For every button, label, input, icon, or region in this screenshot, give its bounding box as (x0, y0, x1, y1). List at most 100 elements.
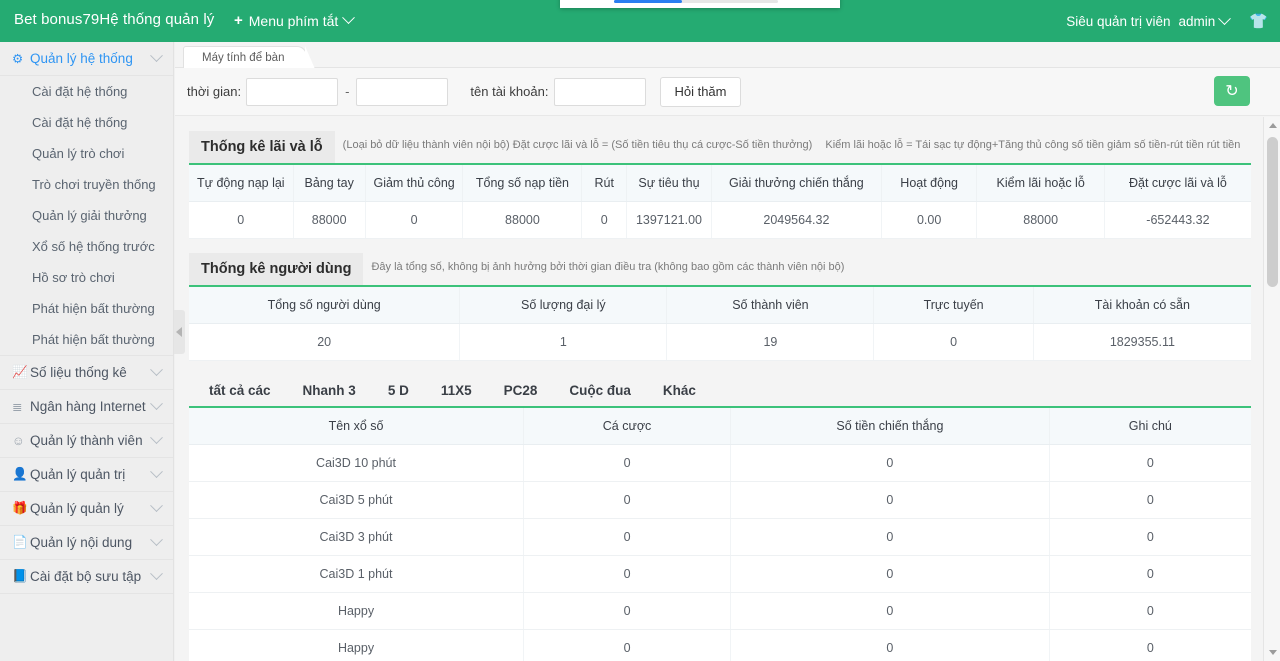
sidebar-group-label: Số liệu thống kê (30, 365, 152, 380)
lottery-tab-race[interactable]: Cuộc đua (553, 375, 647, 406)
gear-icon: ⚙ (12, 51, 30, 66)
cell-bet-pl: -652443.32 (1104, 202, 1251, 239)
profit-loss-note-1: (Loại bỏ dữ liệu thành viên nội bộ) Đặt … (343, 139, 813, 151)
chevron-down-icon (150, 533, 163, 546)
admin-name-label: admin (1179, 14, 1216, 29)
sidebar-group-label: Quản lý quản trị (30, 467, 152, 482)
sidebar-group-management[interactable]: 🎁 Quản lý quản lý (0, 492, 173, 525)
scrollbar-thumb[interactable] (1267, 137, 1278, 287)
refresh-icon: ↻ (1225, 81, 1238, 101)
cell-win-amount: 0 (731, 556, 1050, 593)
sidebar-group-collection-settings[interactable]: 📘 Cài đặt bộ sưu tập (0, 560, 173, 593)
col-members: Số thành viên (667, 286, 874, 324)
book-icon: 📄 (12, 535, 30, 550)
lottery-tab-bar: tất cả các Nhanh 3 5 D 11X5 PC28 Cuộc đu… (189, 375, 1251, 406)
vertical-scrollbar[interactable] (1263, 117, 1280, 661)
sidebar-item-anomaly-detection-1[interactable]: Phát hiện bất thường (0, 293, 173, 324)
cell-withdraw: 0 (582, 202, 627, 239)
sidebar-item-anomaly-detection-2[interactable]: Phát hiện bất thường (0, 324, 173, 355)
sidebar-group-statistics[interactable]: 📈 Số liệu thống kê (0, 356, 173, 389)
lottery-tab-11x5[interactable]: 11X5 (425, 375, 488, 406)
lottery-panel: tất cả các Nhanh 3 5 D 11X5 PC28 Cuộc đu… (189, 375, 1251, 661)
sidebar-group-admin-management[interactable]: 👤 Quản lý quản trị (0, 458, 173, 491)
user-statistics-header: Thống kê người dùng Đây là tổng số, khôn… (189, 253, 1251, 285)
time-from-input[interactable] (246, 78, 338, 106)
sidebar-group-internet-bank[interactable]: ≣ Ngân hàng Internet (0, 390, 173, 423)
sidebar-item-system-settings-1[interactable]: Cài đặt hệ thống (0, 76, 173, 107)
col-total-deposit: Tổng số nạp tiền (463, 164, 582, 202)
header-right-group: Siêu quản trị viên admin 👕 (1066, 12, 1268, 30)
cell-activity: 0.00 (881, 202, 977, 239)
chevron-down-icon (150, 465, 163, 478)
col-win-amount: Số tiền chiến thắng (731, 407, 1050, 445)
lottery-tab-fast3[interactable]: Nhanh 3 (287, 375, 372, 406)
sidebar-group-content-management[interactable]: 📄 Quản lý nội dung (0, 526, 173, 559)
chevron-down-icon (150, 363, 163, 376)
cell-win-prize: 2049564.32 (711, 202, 881, 239)
sidebar-group-label: Quản lý hệ thống (30, 51, 152, 66)
profit-loss-title: Thống kê lãi và lỗ (189, 131, 335, 163)
col-consumption: Sự tiêu thụ (627, 164, 712, 202)
account-name-label: tên tài khoản: (470, 84, 548, 99)
sidebar-collapse-handle[interactable] (174, 310, 185, 354)
col-auto-recharge: Tự động nạp lại (189, 164, 293, 202)
shirt-icon[interactable]: 👕 (1249, 12, 1268, 30)
col-lottery-name: Tên xổ số (189, 407, 524, 445)
cell-agents: 1 (460, 324, 667, 361)
tab-desktop[interactable]: Máy tính để bàn (183, 46, 307, 68)
chevron-down-icon (150, 567, 163, 580)
lottery-tab-other[interactable]: Khác (647, 375, 712, 406)
refresh-button[interactable]: ↻ (1214, 76, 1250, 106)
cell-members: 19 (667, 324, 874, 361)
sidebar-item-prize-management[interactable]: Quản lý giải thưởng (0, 200, 173, 231)
col-check-pl: Kiểm lãi hoặc lỗ (977, 164, 1104, 202)
main-content-area: Máy tính để bàn thời gian: - tên tài kho… (175, 42, 1280, 661)
sidebar-item-game-management[interactable]: Quản lý trò chơi (0, 138, 173, 169)
cell-auto-recharge: 0 (189, 202, 293, 239)
sidebar-item-game-profile[interactable]: Hồ sơ trò chơi (0, 262, 173, 293)
chevron-down-icon (150, 397, 163, 410)
scroll-down-arrow[interactable] (1264, 644, 1280, 661)
profit-loss-header: Thống kê lãi và lỗ (Loại bỏ dữ liệu thàn… (189, 131, 1251, 163)
col-remark: Ghi chú (1049, 407, 1251, 445)
sidebar-group-system[interactable]: ⚙ Quản lý hệ thống (0, 42, 173, 75)
cell-lottery-name: Cai3D 5 phút (189, 482, 524, 519)
chevron-down-icon (342, 11, 355, 24)
cell-lottery-name: Happy (189, 593, 524, 630)
sidebar-group-member-management[interactable]: ☺ Quản lý thành viên (0, 424, 173, 457)
time-label: thời gian: (187, 84, 241, 99)
col-agents: Số lượng đại lý (460, 286, 667, 324)
page-progress-track (614, 0, 778, 3)
cell-remark: 0 (1049, 445, 1251, 482)
cell-bet: 0 (524, 556, 731, 593)
cell-bet: 0 (524, 630, 731, 661)
cell-remark: 0 (1049, 556, 1251, 593)
col-available-balance: Tài khoản có sẵn (1033, 286, 1251, 324)
sidebar-group-label: Quản lý thành viên (30, 433, 152, 448)
col-bet: Cá cược (524, 407, 731, 445)
range-dash: - (345, 84, 349, 99)
shortcut-menu-button[interactable]: + Menu phím tắt (234, 12, 353, 29)
sidebar-item-system-settings-2[interactable]: Cài đặt hệ thống (0, 107, 173, 138)
lottery-tab-5d[interactable]: 5 D (372, 375, 425, 406)
query-toolbar: thời gian: - tên tài khoản: Hỏi thăm ↻ (175, 68, 1280, 116)
cell-lottery-name: Cai3D 1 phút (189, 556, 524, 593)
lottery-tab-pc28[interactable]: PC28 (488, 375, 554, 406)
account-name-input[interactable] (554, 78, 646, 106)
collection-icon: 📘 (12, 569, 30, 584)
scroll-up-arrow[interactable] (1264, 117, 1280, 134)
table-row: 0 88000 0 88000 0 1397121.00 2049564.32 … (189, 202, 1251, 239)
user-statistics-title: Thống kê người dùng (189, 253, 363, 285)
sidebar-item-prior-lottery[interactable]: Xổ số hệ thống trước (0, 231, 173, 262)
table-row: 20 1 19 0 1829355.11 (189, 324, 1251, 361)
sidebar-item-traditional-games[interactable]: Trò chơi truyền thống (0, 169, 173, 200)
sidebar-group-label: Quản lý quản lý (30, 501, 152, 516)
time-to-input[interactable] (356, 78, 448, 106)
admin-account-menu[interactable]: admin (1179, 14, 1230, 29)
cell-available-balance: 1829355.11 (1033, 324, 1251, 361)
app-brand-title: Bet bonus79Hệ thống quản lý (14, 11, 214, 28)
cell-manual-decrease: 0 (365, 202, 463, 239)
lottery-tab-all[interactable]: tất cả các (193, 375, 287, 406)
col-total-users: Tổng số người dùng (189, 286, 460, 324)
query-button[interactable]: Hỏi thăm (660, 77, 740, 107)
